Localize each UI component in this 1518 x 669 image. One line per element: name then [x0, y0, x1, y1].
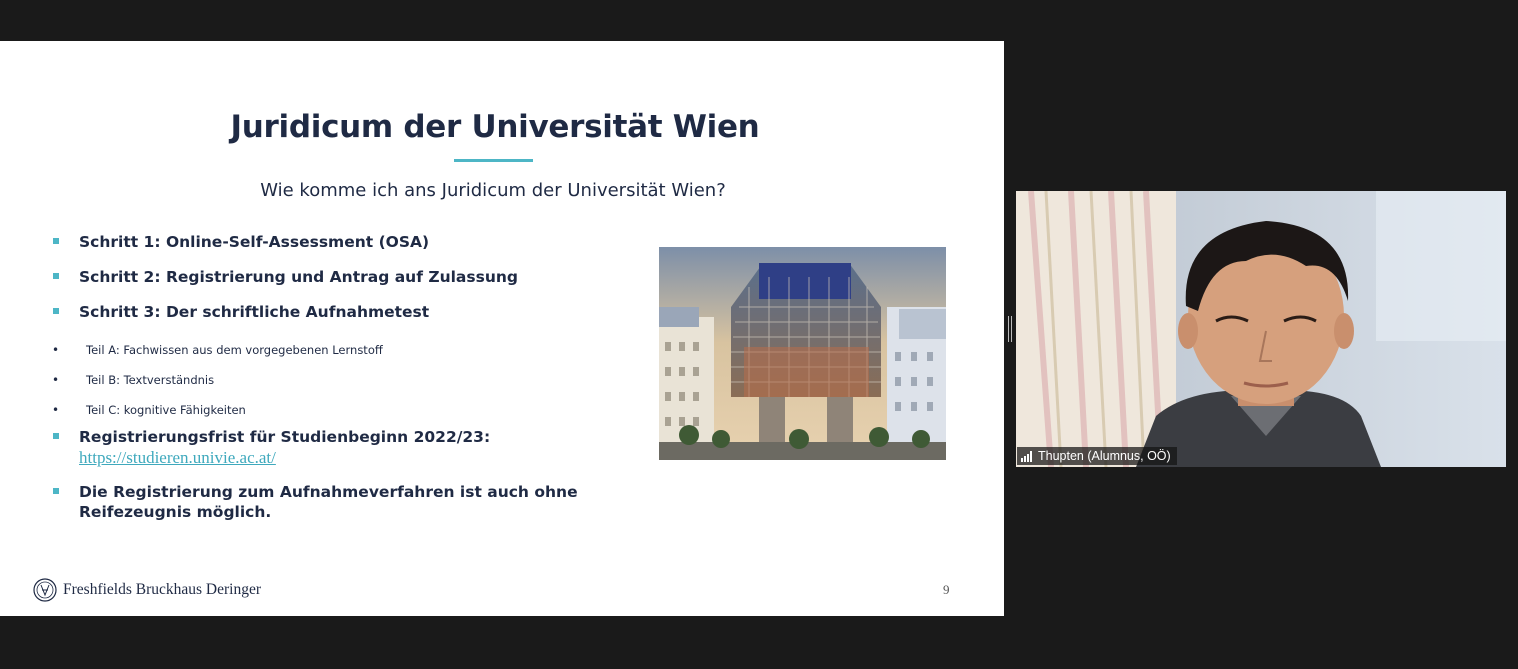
logo-text: Freshfields Bruckhaus Deringer — [63, 581, 262, 598]
participant-name-tag: Thupten (Alumnus, OÖ) — [1017, 447, 1177, 465]
slide-subtitle: Wie komme ich ans Juridicum der Universi… — [260, 180, 726, 201]
signal-bars-icon — [1021, 450, 1033, 462]
freshfields-logo: Freshfields Bruckhaus Deringer — [33, 577, 261, 603]
square-bullet-icon — [53, 273, 59, 279]
participant-name: Thupten (Alumnus, OÖ) — [1038, 449, 1171, 463]
step-2-text: Schritt 2: Registrierung und Antrag auf … — [79, 268, 518, 286]
step-3-text: Schritt 3: Der schriftliche Aufnahmetest — [79, 303, 430, 321]
note-line-2: Reifezeugnis möglich. — [79, 503, 272, 521]
split-view-resize-handle[interactable] — [1008, 316, 1012, 342]
square-bullet-icon — [53, 433, 59, 439]
dot-bullet-icon: • — [52, 343, 60, 357]
square-bullet-icon — [53, 308, 59, 314]
shared-slide: Juridicum der Universität Wien Wie komme… — [0, 41, 1004, 616]
note-line-1: Die Registrierung zum Aufnahmeverfahren … — [79, 483, 578, 501]
slide-title: Juridicum der Universität Wien — [230, 109, 760, 145]
juridicum-building-photo — [659, 247, 946, 460]
step-1-text: Schritt 1: Online-Self-Assessment (OSA) — [79, 233, 430, 251]
dot-bullet-icon: • — [52, 403, 60, 417]
deadline-label: Registrierungsfrist für Studienbeginn 20… — [79, 428, 491, 446]
square-bullet-icon — [53, 238, 59, 244]
square-bullet-icon — [53, 488, 59, 494]
registration-link[interactable]: https://studieren.univie.ac.at/ — [79, 448, 619, 468]
participant-video-feed — [1016, 191, 1506, 467]
sub-item-b-text: Teil B: Textverständnis — [86, 373, 215, 387]
seal-icon — [33, 578, 57, 602]
page-number: 9 — [943, 582, 950, 597]
sub-item-a-text: Teil A: Fachwissen aus dem vorgegebenen … — [86, 343, 383, 357]
dot-bullet-icon: • — [52, 373, 60, 387]
title-underline — [454, 159, 533, 162]
participant-video-tile[interactable]: Thupten (Alumnus, OÖ) — [1016, 191, 1506, 467]
sub-item-c-text: Teil C: kognitive Fähigkeiten — [86, 403, 246, 417]
